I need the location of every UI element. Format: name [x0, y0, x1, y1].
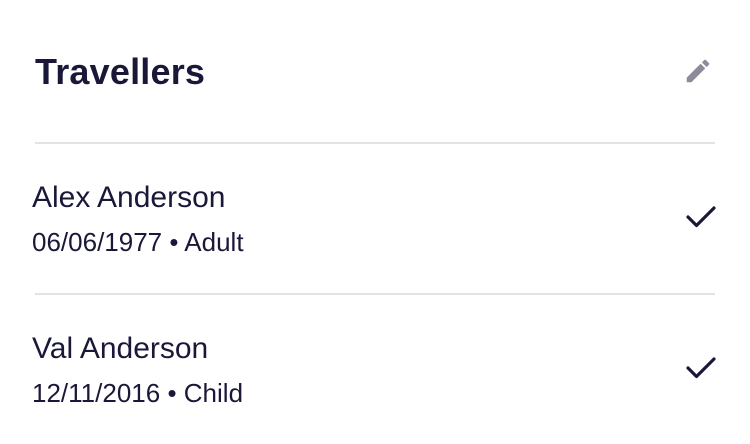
traveller-row[interactable]: Alex Anderson 06/06/1977 • Adult	[32, 180, 718, 270]
edit-travellers-button[interactable]	[681, 54, 715, 88]
traveller-dob: 06/06/1977	[32, 227, 163, 257]
divider	[35, 142, 715, 144]
traveller-row[interactable]: Val Anderson 12/11/2016 • Child	[32, 331, 718, 421]
traveller-dob: 12/11/2016	[32, 378, 161, 408]
divider	[35, 293, 715, 295]
traveller-details: 12/11/2016 • Child	[32, 377, 243, 409]
checkmark-icon	[686, 357, 716, 379]
pencil-icon	[686, 59, 710, 83]
traveller-type: Adult	[184, 227, 244, 257]
traveller-name: Alex Anderson	[32, 181, 226, 214]
traveller-name: Val Anderson	[32, 332, 209, 365]
travellers-header: Travellers	[35, 44, 715, 100]
travellers-panel: Travellers Alex Anderson 06/06/1977 • Ad…	[0, 0, 750, 444]
section-title: Travellers	[35, 51, 206, 92]
traveller-details: 06/06/1977 • Adult	[32, 226, 244, 258]
traveller-type: Child	[183, 378, 244, 408]
selected-indicator[interactable]	[684, 202, 718, 232]
separator-dot: •	[169, 227, 179, 257]
checkmark-icon	[686, 206, 716, 228]
selected-indicator[interactable]	[684, 353, 718, 383]
separator-dot: •	[167, 378, 177, 408]
